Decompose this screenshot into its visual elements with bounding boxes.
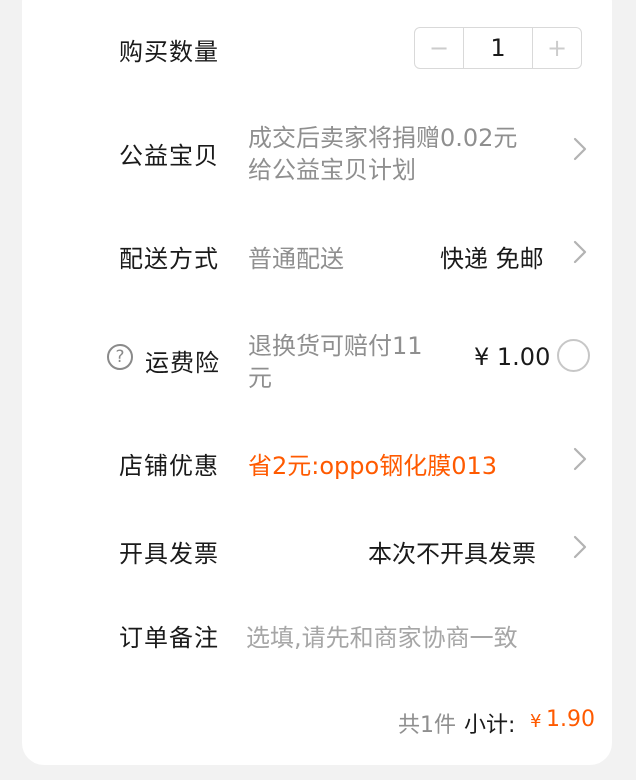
subtotal-amount: 1.90 <box>546 707 595 732</box>
discount-chevron-right-icon[interactable] <box>569 445 591 473</box>
delivery-method: 普通配送 <box>248 245 344 273</box>
insurance-price: ¥ 1.00 <box>474 343 551 371</box>
help-icon[interactable]: ? <box>107 344 133 370</box>
insurance-radio[interactable] <box>557 339 590 372</box>
insurance-line2: 元 <box>248 364 272 392</box>
delivery-label: 配送方式 <box>119 245 219 273</box>
note-input[interactable]: 选填,请先和商家协商一致 <box>246 618 518 653</box>
order-options-card: 购买数量 − 1 + 公益宝贝 成交后卖家将捐赠0.02元 给公益宝贝计划 配送… <box>22 0 612 765</box>
invoice-label: 开具发票 <box>119 540 219 568</box>
invoice-value[interactable]: 本次不开具发票 <box>368 534 536 569</box>
quantity-label: 购买数量 <box>119 38 219 66</box>
note-label: 订单备注 <box>119 624 219 652</box>
increment-button[interactable]: + <box>533 28 581 68</box>
subtotal-label: 小计: <box>464 713 516 738</box>
decrement-button[interactable]: − <box>415 28 463 68</box>
invoice-chevron-right-icon[interactable] <box>569 533 591 561</box>
delivery-value[interactable]: 快递 免邮 <box>440 239 544 274</box>
insurance-label: 运费险 <box>145 349 220 377</box>
quantity-stepper[interactable]: − 1 + <box>414 27 582 69</box>
discount-value[interactable]: 省2元:oppo钢化膜013 <box>248 446 497 481</box>
subtotal-currency: ¥ <box>530 711 542 732</box>
item-count: 共1件 <box>398 713 456 738</box>
charity-line1: 成交后卖家将捐赠0.02元 <box>248 124 518 152</box>
charity-line2: 给公益宝贝计划 <box>248 156 416 184</box>
charity-chevron-right-icon[interactable] <box>569 135 591 163</box>
delivery-chevron-right-icon[interactable] <box>569 238 591 266</box>
quantity-value[interactable]: 1 <box>463 28 533 68</box>
discount-label: 店铺优惠 <box>119 452 219 480</box>
insurance-line1: 退换货可赔付11 <box>248 332 423 360</box>
charity-label: 公益宝贝 <box>119 142 219 170</box>
